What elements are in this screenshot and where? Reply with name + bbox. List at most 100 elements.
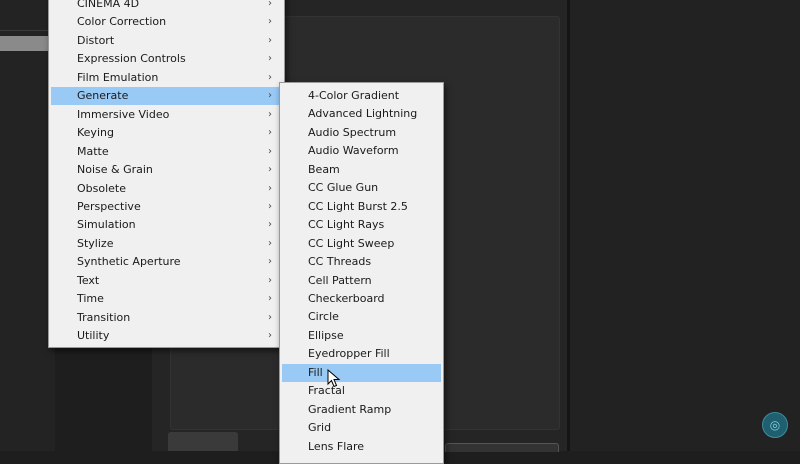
effects-menu: CINEMA 4D › Color Correction › Distort › Expre… bbox=[48, 0, 285, 348]
menu-item-label: Generate bbox=[77, 89, 129, 103]
menu-item-gradient-ramp[interactable]: Gradient Ramp bbox=[282, 401, 441, 419]
menu-item-synthetic-aperture[interactable]: Synthetic Aperture › bbox=[51, 253, 280, 271]
menu-item-label: Cell Pattern bbox=[308, 273, 372, 287]
menu-item-advanced-lightning[interactable]: Advanced Lightning bbox=[282, 105, 441, 123]
menu-item-label: Circle bbox=[308, 310, 339, 324]
menu-item-stylize[interactable]: Stylize › bbox=[51, 235, 280, 253]
help-icon: ◎ bbox=[769, 418, 781, 432]
menu-item-fill[interactable]: Fill bbox=[282, 363, 441, 382]
menu-item-label: CC Glue Gun bbox=[308, 181, 379, 195]
menu-item-label: CINEMA 4D bbox=[77, 0, 140, 10]
menu-item-color-correction[interactable]: Color Correction › bbox=[51, 13, 280, 31]
chevron-right-icon: › bbox=[268, 127, 272, 139]
menu-item-matte[interactable]: Matte › bbox=[51, 143, 280, 161]
chevron-right-icon: › bbox=[268, 200, 272, 212]
menu-item-cinema-4d[interactable]: CINEMA 4D › bbox=[51, 0, 280, 13]
menu-item-label: Film Emulation bbox=[77, 70, 159, 84]
chevron-right-icon: › bbox=[268, 274, 272, 286]
generate-submenu: 4-Color Gradient Advanced Lightning Audio … bbox=[279, 82, 444, 464]
chevron-right-icon: › bbox=[268, 34, 272, 46]
menu-item-label: Distort bbox=[77, 33, 115, 47]
menu-item-circle[interactable]: Circle bbox=[282, 308, 441, 326]
menu-item-keying[interactable]: Keying › bbox=[51, 124, 280, 142]
menu-item-transition[interactable]: Transition › bbox=[51, 309, 280, 327]
help-button[interactable]: ◎ bbox=[762, 412, 788, 438]
menu-item-label: Audio Waveform bbox=[308, 144, 399, 158]
chevron-right-icon: › bbox=[268, 182, 272, 194]
menu-item-label: Stylize bbox=[77, 236, 114, 250]
menu-item-obsolete[interactable]: Obsolete › bbox=[51, 180, 280, 198]
chevron-right-icon: › bbox=[268, 108, 272, 120]
left-panel-divider bbox=[0, 30, 52, 31]
menu-item-eyedropper-fill[interactable]: Eyedropper Fill bbox=[282, 345, 441, 363]
menu-item-ellipse[interactable]: Ellipse bbox=[282, 327, 441, 345]
menu-item-cc-threads[interactable]: CC Threads bbox=[282, 253, 441, 271]
menu-item-generate[interactable]: Generate › bbox=[51, 87, 280, 106]
chevron-right-icon: › bbox=[268, 90, 272, 102]
chevron-right-icon: › bbox=[268, 293, 272, 305]
menu-item-simulation[interactable]: Simulation › bbox=[51, 216, 280, 234]
chevron-right-icon: › bbox=[268, 145, 272, 157]
menu-item-text[interactable]: Text › bbox=[51, 272, 280, 290]
menu-item-audio-spectrum[interactable]: Audio Spectrum bbox=[282, 124, 441, 142]
menu-item-utility[interactable]: Utility › bbox=[51, 327, 280, 345]
menu-item-noise-grain[interactable]: Noise & Grain › bbox=[51, 161, 280, 179]
menu-item-label: CC Threads bbox=[308, 255, 372, 269]
menu-item-label: Fill bbox=[308, 365, 323, 379]
menu-item-label: Checkerboard bbox=[308, 291, 385, 305]
chevron-right-icon: › bbox=[268, 71, 272, 83]
chevron-right-icon: › bbox=[268, 164, 272, 176]
menu-item-label: Time bbox=[77, 292, 104, 306]
menu-item-label: CC Light Rays bbox=[308, 218, 385, 232]
menu-item-label: Beam bbox=[308, 162, 340, 176]
menu-item-label: Simulation bbox=[77, 218, 136, 232]
menu-item-label: Ellipse bbox=[308, 328, 344, 342]
chevron-right-icon: › bbox=[268, 256, 272, 268]
bottom-left-button[interactable] bbox=[168, 432, 238, 451]
menu-item-film-emulation[interactable]: Film Emulation › bbox=[51, 69, 280, 87]
chevron-right-icon: › bbox=[268, 16, 272, 28]
menu-item-label: Transition bbox=[77, 310, 131, 324]
left-panel-tab[interactable] bbox=[0, 36, 52, 51]
menu-item-cc-light-sweep[interactable]: CC Light Sweep bbox=[282, 235, 441, 253]
menu-item-beam[interactable]: Beam bbox=[282, 161, 441, 179]
chevron-right-icon: › bbox=[268, 237, 272, 249]
menu-item-distort[interactable]: Distort › bbox=[51, 32, 280, 50]
menu-item-label: CC Light Sweep bbox=[308, 236, 395, 250]
menu-item-perspective[interactable]: Perspective › bbox=[51, 198, 280, 216]
menu-item-label: Color Correction bbox=[77, 15, 167, 29]
menu-item-expression-controls[interactable]: Expression Controls › bbox=[51, 50, 280, 68]
menu-item-label: Grid bbox=[308, 421, 332, 435]
chevron-right-icon: › bbox=[268, 330, 272, 342]
menu-item-immersive-video[interactable]: Immersive Video › bbox=[51, 106, 280, 124]
menu-item-label: CC Light Burst 2.5 bbox=[308, 199, 408, 213]
menu-item-lens-flare[interactable]: Lens Flare bbox=[282, 438, 441, 456]
menu-item-audio-waveform[interactable]: Audio Waveform bbox=[282, 142, 441, 160]
left-panel bbox=[0, 0, 55, 451]
right-panel bbox=[570, 0, 800, 451]
chevron-right-icon: › bbox=[268, 311, 272, 323]
menu-item-grid[interactable]: Grid bbox=[282, 419, 441, 437]
mouse-pointer-icon bbox=[327, 369, 341, 388]
chevron-right-icon: › bbox=[268, 219, 272, 231]
menu-item-cc-glue-gun[interactable]: CC Glue Gun bbox=[282, 179, 441, 197]
menu-item-cc-light-rays[interactable]: CC Light Rays bbox=[282, 216, 441, 234]
menu-item-label: Perspective bbox=[77, 199, 141, 213]
menu-item-label: Text bbox=[77, 273, 100, 287]
menu-item-cell-pattern[interactable]: Cell Pattern bbox=[282, 272, 441, 290]
menu-item-label: Advanced Lightning bbox=[308, 107, 418, 121]
menu-item-label: Synthetic Aperture bbox=[77, 255, 181, 269]
menu-item-checkerboard[interactable]: Checkerboard bbox=[282, 290, 441, 308]
menu-item-label: Audio Spectrum bbox=[308, 125, 397, 139]
menu-item-fractal[interactable]: Fractal bbox=[282, 382, 441, 400]
menu-item-4-color-gradient[interactable]: 4-Color Gradient bbox=[282, 87, 441, 105]
menu-item-label: Gradient Ramp bbox=[308, 402, 392, 416]
menu-item-label: Keying bbox=[77, 126, 114, 140]
chevron-right-icon: › bbox=[268, 53, 272, 65]
menu-item-cc-light-burst-2-5[interactable]: CC Light Burst 2.5 bbox=[282, 198, 441, 216]
menu-item-label: Utility bbox=[77, 329, 110, 343]
menu-item-time[interactable]: Time › bbox=[51, 290, 280, 308]
menu-item-label: Expression Controls bbox=[77, 52, 186, 66]
menu-item-label: 4-Color Gradient bbox=[308, 89, 400, 102]
menu-item-label: Obsolete bbox=[77, 181, 127, 195]
